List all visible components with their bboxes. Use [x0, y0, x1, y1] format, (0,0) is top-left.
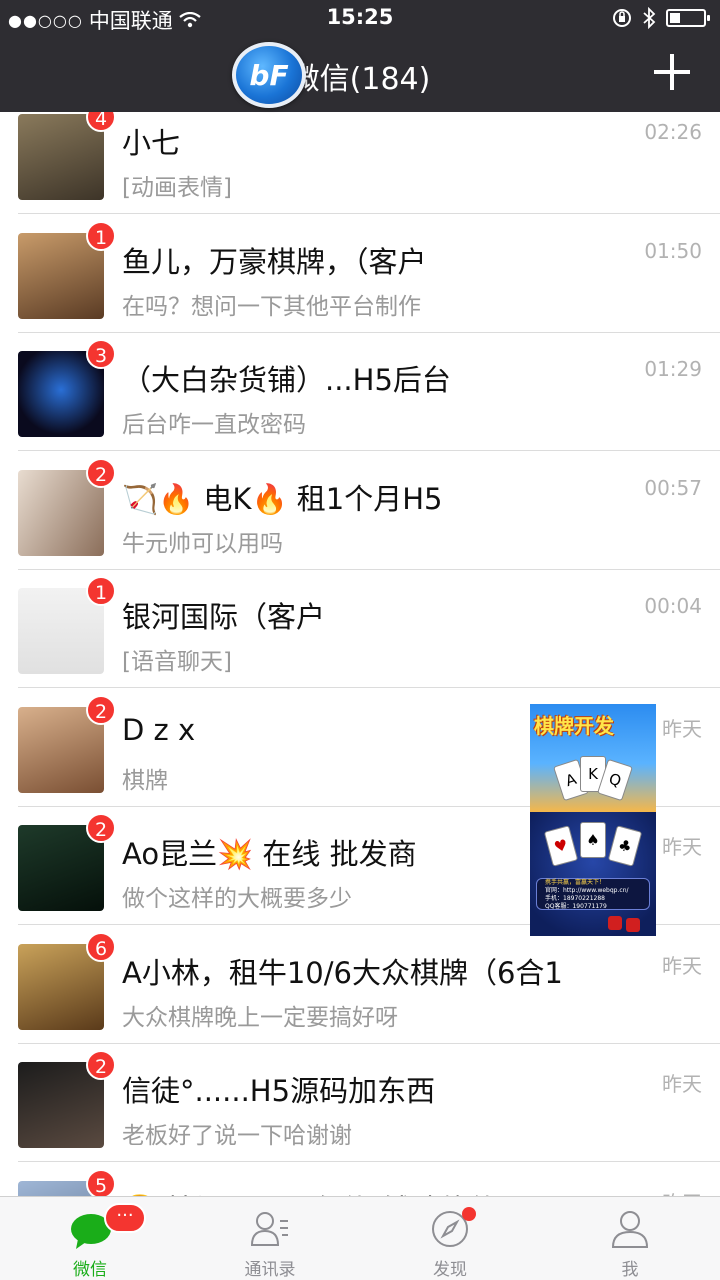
chat-list: 4 小七 [动画表情] 02:26 1 鱼儿，万豪棋牌，（客户 在吗？想问一下其他平台制作 0…	[0, 112, 720, 1196]
chat-time: 昨天	[662, 716, 702, 741]
unread-badge: 1	[86, 220, 116, 251]
chat-name: 银河国际（客户	[122, 600, 326, 634]
chat-time: 01:29	[644, 357, 702, 381]
chat-row[interactable]: 1 鱼儿，万豪棋牌，（客户在吗？想问一下其他平台制作 01:50	[0, 214, 720, 333]
dice-icon	[626, 918, 640, 932]
unread-badge: ···	[104, 1203, 146, 1233]
chat-name: 小七	[122, 126, 181, 160]
unread-badge: 3	[86, 339, 116, 369]
chat-preview: 牛元帅可以用吗	[122, 530, 283, 557]
chat-time: 昨天	[662, 1072, 702, 1096]
person-icon	[611, 1211, 649, 1248]
contacts-icon	[250, 1212, 288, 1246]
chat-row[interactable]: 2 信徒°......H5源码加东西老板好了说一下哈谢谢 昨天	[0, 1044, 720, 1162]
status-bar: ●●○○○ 中国联通 15:25	[0, 0, 720, 36]
chat-name: 鱼儿，万豪棋牌，（客户	[122, 244, 427, 279]
tab-bar: 微信 ··· 通讯录 发现 我	[0, 1196, 720, 1280]
chat-name: D z x	[122, 712, 196, 747]
chat-preview: 在吗？想问一下其他平台制作	[122, 293, 421, 320]
unread-badge: 2	[86, 813, 116, 843]
chat-preview: 棋牌	[122, 767, 168, 794]
chat-preview: 大众棋牌晚上一定要搞好呀	[122, 1004, 398, 1031]
ad-qq: QQ客服：190771179	[545, 903, 607, 910]
chat-time: 昨天	[662, 835, 702, 859]
tab-label: 微信	[73, 1260, 107, 1280]
ad-bottom-panel: ♥ ♠ ♣ 携手共赢，富赢天下！ 官网：http://www.webqp.cn/…	[530, 812, 656, 936]
chat-time: 01:50	[644, 238, 702, 263]
tab-me[interactable]: 我	[540, 1197, 720, 1280]
chat-row[interactable]: 2 🏹🔥 电K🔥 租1个月H5 牛元帅可以用吗 00:57	[0, 451, 720, 570]
chat-time: 00:04	[644, 594, 702, 618]
ad-phone: 手机：18970221288	[545, 895, 605, 902]
chat-time: 昨天	[662, 953, 702, 978]
ad-website: 官网：http://www.webqp.cn/	[545, 887, 629, 894]
unread-badge: 5	[86, 1168, 116, 1196]
ad-top-panel: 棋牌开发 A K Q	[530, 704, 656, 812]
chat-row[interactable]: 5 🏆 情深不及，久伴(辅助软件) 昨天	[0, 1162, 720, 1197]
unread-badge: 1	[86, 576, 116, 606]
tab-label: 我	[621, 1260, 639, 1280]
ad-title: 棋牌开发	[534, 714, 614, 738]
plus-icon[interactable]	[652, 52, 692, 92]
chat-time: 00:57	[644, 475, 702, 500]
tab-wechat[interactable]: 微信	[0, 1197, 180, 1280]
chat-name: A小林，租牛10/6大众棋牌（6合1	[122, 955, 563, 990]
page-title: 微信(184)	[289, 62, 431, 97]
bluetooth-icon	[643, 7, 656, 29]
chat-row[interactable]: 3 （大白杂货铺）...H5后台后台咋一直改密码 01:29	[0, 333, 720, 451]
unread-badge: 2	[86, 1050, 116, 1080]
ad-contact-banner: 携手共赢，富赢天下！ 官网：http://www.webqp.cn/ 手机：18…	[536, 878, 650, 910]
playing-card: ♠	[580, 822, 606, 858]
orientation-lock-icon	[613, 9, 631, 27]
chat-time: 02:26	[644, 120, 702, 144]
new-indicator-dot	[462, 1207, 476, 1221]
dice-icon	[608, 916, 622, 930]
playing-card: ♥	[543, 825, 579, 867]
playing-card: ♣	[607, 825, 643, 867]
chat-name: （大白杂货铺）...H5后台	[122, 363, 451, 397]
unread-badge: 2	[86, 457, 116, 488]
chat-preview: 老板好了说一下哈谢谢	[122, 1123, 352, 1149]
ad-slogan: 携手共赢，富赢天下！	[545, 879, 606, 886]
chat-preview: 后台咋一直改密码	[122, 412, 306, 438]
unread-badge: 2	[86, 694, 116, 725]
unread-badge: 6	[86, 931, 116, 962]
battery-icon	[666, 9, 710, 27]
chat-name: 🏹🔥 电K🔥 租1个月H5	[122, 481, 443, 516]
game-ad-image[interactable]: 棋牌开发 A K Q ♥ ♠ ♣ 携手共赢，富赢天下！ 官网：http://ww…	[530, 704, 656, 936]
tab-discover[interactable]: 发现	[360, 1197, 540, 1280]
watermark-logo: bF	[232, 42, 306, 108]
chat-row[interactable]: 4 小七 [动画表情] 02:26	[0, 112, 720, 214]
chat-preview: 做个这样的大概要多少	[122, 886, 352, 912]
chat-name: Ao昆兰💥 在线 批发商	[122, 837, 417, 871]
tab-contacts[interactable]: 通讯录	[180, 1197, 360, 1280]
chat-row[interactable]: 6 A小林，租牛10/6大众棋牌（6合1 大众棋牌晚上一定要搞好呀 昨天	[0, 925, 720, 1044]
chat-time: 昨天	[662, 1187, 702, 1197]
tab-label: 发现	[433, 1260, 467, 1280]
chat-preview: [语音聊天]	[122, 649, 232, 675]
status-right	[612, 7, 710, 29]
chat-name: 🏆 情深不及，久伴(辅助软件)	[122, 1187, 509, 1197]
chat-row[interactable]: 1 银河国际（客户 [语音聊天] 00:04	[0, 570, 720, 688]
tab-label: 通讯录	[244, 1260, 296, 1280]
chat-preview: [动画表情]	[122, 175, 232, 201]
chat-name: 信徒°......H5源码加东西	[122, 1074, 436, 1108]
nav-bar: 微信(184)	[0, 36, 720, 112]
